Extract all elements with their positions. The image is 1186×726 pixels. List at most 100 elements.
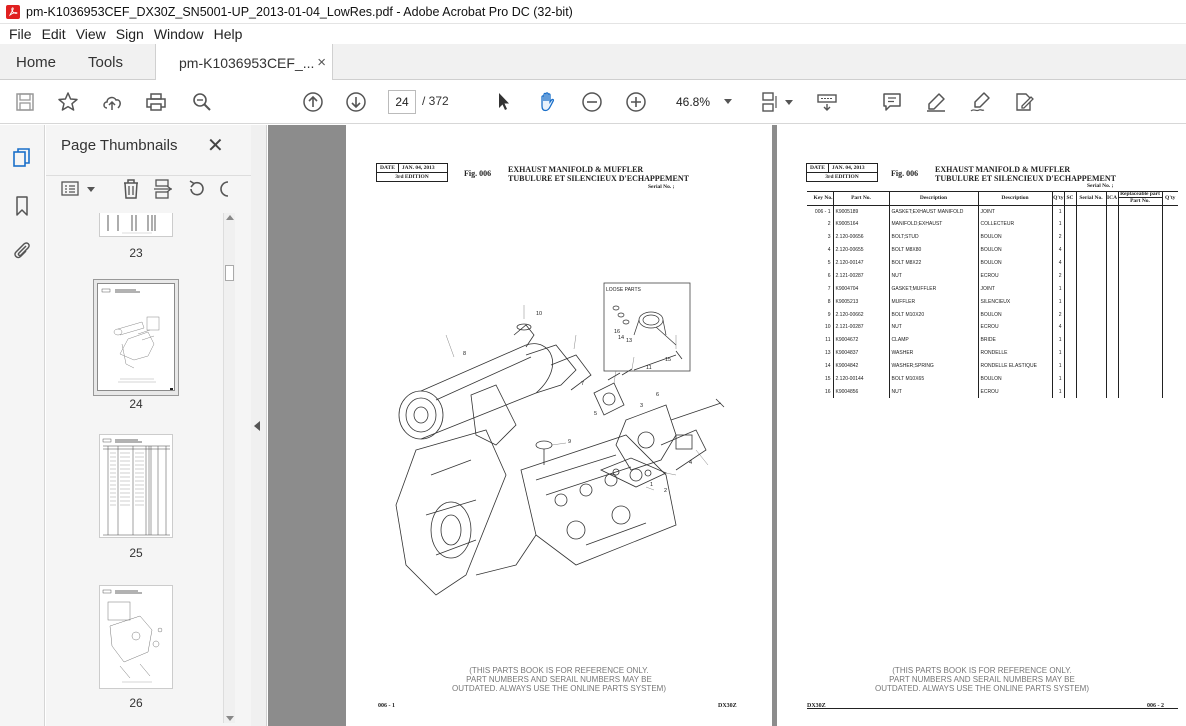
menu-file[interactable]: File: [4, 26, 37, 42]
save-icon[interactable]: [13, 90, 37, 114]
zoom-out-icon[interactable]: [580, 90, 604, 114]
loose-parts-label: LOOSE PARTS: [606, 287, 641, 293]
bookmark-star-icon[interactable]: [56, 90, 80, 114]
callout-11: 11: [646, 365, 652, 371]
page-number-input[interactable]: 24: [388, 90, 416, 114]
insert-page-icon[interactable]: [152, 178, 174, 200]
table-cell: [1118, 230, 1163, 244]
col-replaceable-part: Replaceable part Part No.: [1118, 191, 1163, 206]
comment-icon[interactable]: [880, 90, 904, 114]
scroll-down-icon[interactable]: [226, 716, 234, 721]
attachments-paperclip-icon[interactable]: [11, 239, 33, 261]
thumbnail-options-chevron-icon[interactable]: [87, 187, 95, 192]
table-cell: 4: [807, 243, 834, 257]
table-cell: [1118, 256, 1163, 270]
page-footer-left: 006 - 1: [378, 703, 395, 709]
table-cell: [1106, 308, 1119, 322]
page-thumbnails-icon[interactable]: [11, 147, 33, 169]
scroll-up-icon[interactable]: [226, 215, 234, 220]
table-cell: BOLT M10X20: [889, 308, 979, 322]
table-cell: [1064, 217, 1077, 231]
table-cell: [1064, 333, 1077, 347]
table-cell: JOINT: [978, 282, 1053, 296]
table-cell: 2.120-00656: [833, 230, 890, 244]
table-cell: 6: [807, 269, 834, 283]
upload-cloud-icon[interactable]: [100, 90, 124, 114]
delete-page-icon[interactable]: [120, 178, 142, 200]
page-layout-icon[interactable]: [758, 90, 782, 114]
menu-window[interactable]: Window: [149, 26, 209, 42]
table-cell: 2.120-00147: [833, 256, 890, 270]
find-zoom-icon[interactable]: [190, 90, 214, 114]
previous-page-icon[interactable]: [301, 90, 325, 114]
scrollbar-thumb[interactable]: [225, 265, 234, 281]
table-cell: [1076, 269, 1107, 283]
page-thumbnail-25[interactable]: [99, 434, 173, 538]
table-cell: [1162, 373, 1178, 386]
table-cell: 14: [807, 359, 834, 373]
rotate-clockwise-icon[interactable]: [218, 178, 240, 200]
tab-home[interactable]: Home: [16, 44, 56, 80]
table-cell: 006 - 1: [807, 205, 834, 218]
table-cell: WASHER;SPRING: [889, 359, 979, 373]
table-cell: [1162, 308, 1178, 321]
table-cell: [1162, 269, 1178, 282]
col-description-en: Description: [889, 191, 979, 206]
zoom-level-select[interactable]: 46.8%: [668, 90, 738, 114]
collapse-panel-icon[interactable]: [254, 421, 260, 431]
select-pointer-icon[interactable]: [492, 90, 516, 114]
tab-tools[interactable]: Tools: [88, 44, 123, 80]
scroll-mode-icon[interactable]: [815, 90, 839, 114]
parts-table: Key No. Part No. Description Description…: [807, 191, 1178, 399]
table-cell: [1064, 205, 1077, 218]
callout-2: 2: [664, 488, 668, 494]
menu-edit[interactable]: Edit: [37, 26, 71, 42]
thumbnail-scrollbar[interactable]: [223, 213, 235, 723]
table-cell: [1076, 333, 1107, 347]
print-icon[interactable]: [144, 90, 168, 114]
next-page-icon[interactable]: [344, 90, 368, 114]
menu-help[interactable]: Help: [209, 26, 248, 42]
table-cell: 13: [807, 346, 834, 360]
table-cell: BOLT M10X65: [889, 372, 979, 386]
sign-pen-icon[interactable]: [968, 90, 992, 114]
table-cell: 1: [1052, 346, 1065, 360]
highlight-pen-icon[interactable]: [924, 90, 948, 114]
table-row: 2 K9005164 MANIFOLD;EXHAUST COLLECTEUR 1: [807, 217, 1178, 231]
bookmarks-icon[interactable]: [11, 195, 33, 217]
panel-close-icon[interactable]: ✕: [207, 133, 224, 158]
table-cell: [1106, 230, 1119, 244]
table-cell: K9005164: [833, 217, 890, 231]
col-serial-no: Serial No.: [1076, 191, 1107, 206]
date-label-right: DATE: [807, 164, 829, 172]
table-cell: [1064, 282, 1077, 296]
table-cell: [1076, 256, 1107, 270]
tab-document[interactable]: pm-K1036953CEF_... ×: [155, 44, 333, 81]
hand-tool-icon[interactable]: [536, 90, 560, 114]
zoom-in-icon[interactable]: [624, 90, 648, 114]
page-thumbnail-24[interactable]: [97, 283, 175, 391]
page-thumbnail-23[interactable]: [99, 213, 173, 237]
page-layout-chevron-icon[interactable]: [785, 100, 793, 105]
panel-splitter[interactable]: [251, 125, 267, 726]
table-cell: COLLECTEUR: [978, 217, 1053, 231]
table-cell: 2.121-00287: [833, 269, 890, 283]
thumbnail-options-icon[interactable]: [60, 178, 82, 200]
table-cell: MANIFOLD;EXHAUST: [889, 217, 979, 231]
rotate-counterclockwise-icon[interactable]: [186, 178, 208, 200]
tab-close-icon[interactable]: ×: [317, 54, 326, 71]
table-cell: SILENCIEUX: [978, 295, 1053, 309]
table-cell: [1064, 295, 1077, 309]
menu-sign[interactable]: Sign: [111, 26, 149, 42]
fill-sign-icon[interactable]: [1012, 90, 1036, 114]
menu-view[interactable]: View: [71, 26, 111, 42]
table-cell: 2.120-00144: [833, 372, 890, 386]
table-cell: GASKET;EXHAUST MANIFOLD: [889, 205, 979, 218]
page-thumbnail-26[interactable]: [99, 585, 173, 689]
col-sc: SC: [1064, 191, 1077, 206]
table-cell: CLAMP: [889, 333, 979, 347]
table-cell: GASKET;MUFFLER: [889, 282, 979, 296]
table-cell: [1118, 243, 1163, 257]
callout-8: 8: [463, 351, 467, 357]
document-view[interactable]: DATE JAN. 04, 2013 3rd EDITION Fig. 006 E…: [268, 125, 1186, 726]
